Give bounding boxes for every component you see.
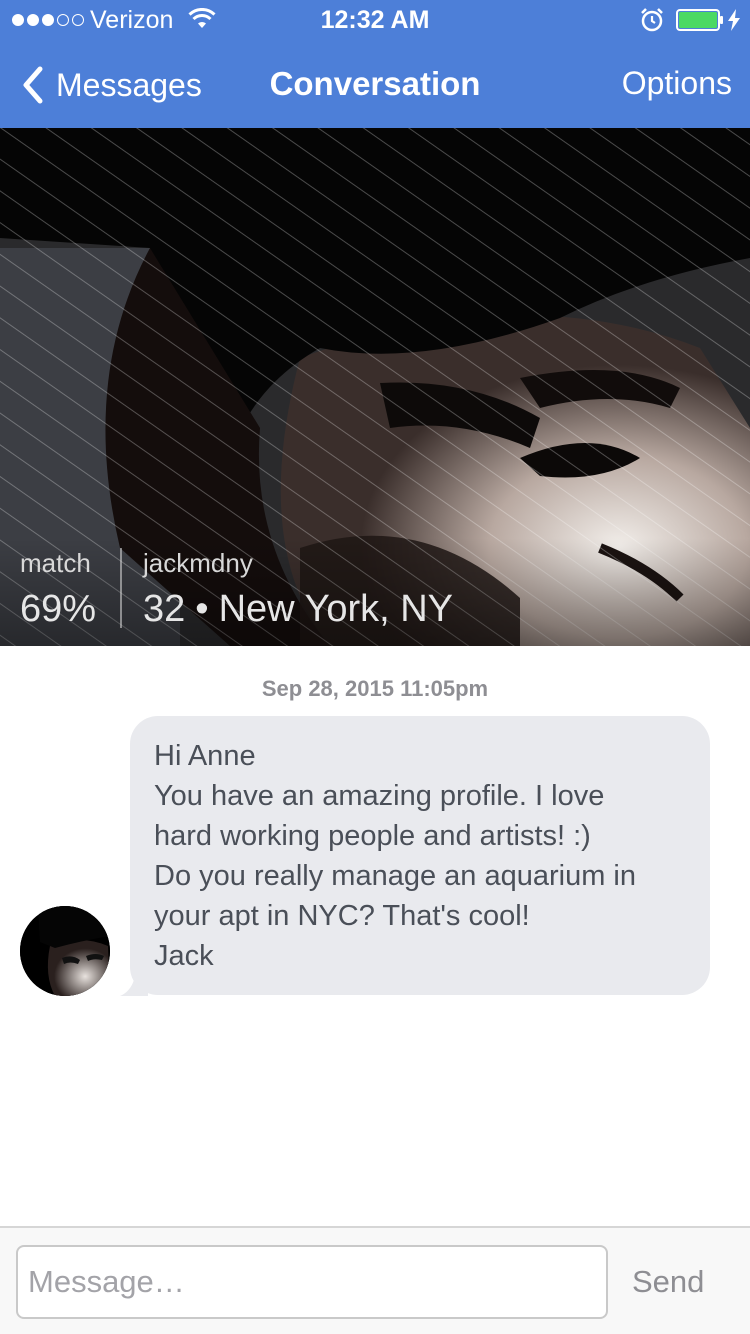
- age: 32: [143, 588, 186, 630]
- avatar[interactable]: [20, 906, 110, 996]
- top-bar: Verizon 12:32 AM Messages Conversation O…: [0, 0, 750, 128]
- age-location: 32 • New York, NY: [143, 588, 453, 631]
- message-line: your apt in NYC? That's cool!: [154, 900, 530, 932]
- options-button[interactable]: Options: [622, 65, 732, 102]
- avatar-photo: [20, 906, 110, 996]
- charging-bolt-icon: [728, 9, 740, 31]
- back-chevron-icon: [23, 66, 43, 104]
- match-percentage: 69%: [20, 588, 97, 630]
- message-input[interactable]: [16, 1245, 608, 1319]
- message-line: hard working people and artists! :): [154, 820, 591, 852]
- message-timestamp: Sep 28, 2015 11:05pm: [261, 676, 489, 701]
- back-button[interactable]: Messages: [18, 62, 202, 108]
- message-line: Jack: [154, 940, 214, 972]
- status-bar: Verizon 12:32 AM: [0, 0, 750, 40]
- profile-summary: match 69% jackmdny 32 • New York, NY: [0, 538, 750, 646]
- divider: [120, 548, 122, 628]
- nav-title: Conversation: [269, 65, 481, 102]
- message-line: Do you really manage an aquarium in: [154, 860, 636, 892]
- status-time: 12:32 AM: [320, 6, 430, 34]
- message-bubble[interactable]: Hi Anne You have an amazing profile. I l…: [130, 716, 710, 995]
- profile-header[interactable]: match 69% jackmdny 32 • New York, NY: [0, 128, 750, 646]
- message-composer: Send: [0, 1226, 750, 1334]
- message-line: Hi Anne: [154, 740, 256, 772]
- back-button-label: Messages: [56, 66, 202, 103]
- battery-icon: [676, 9, 723, 31]
- match-label: match: [20, 548, 91, 578]
- send-button[interactable]: Send: [632, 1264, 704, 1300]
- username: jackmdny: [143, 548, 253, 578]
- location: New York, NY: [218, 588, 454, 630]
- alarm-icon: [641, 8, 663, 32]
- bullet-separator: •: [195, 588, 209, 630]
- message-line: You have an amazing profile. I love: [154, 780, 605, 812]
